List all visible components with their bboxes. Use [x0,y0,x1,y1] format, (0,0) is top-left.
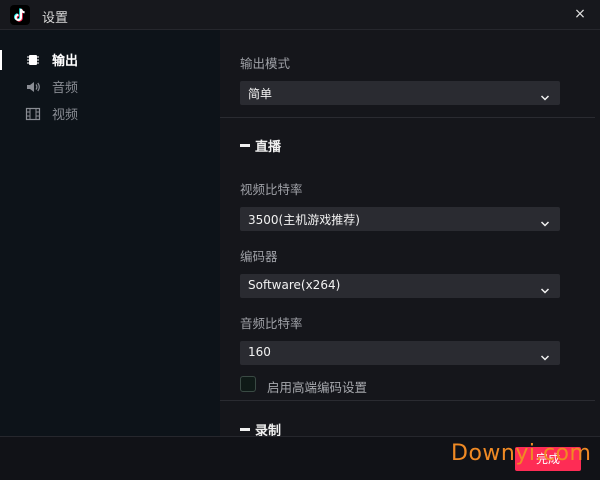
active-indicator [0,50,2,70]
section-divider [220,400,595,401]
live-section-title: 直播 [255,140,282,155]
speaker-icon [25,79,41,95]
section-divider [220,117,595,118]
video-bitrate-select[interactable]: 3500(主机游戏推荐) [240,207,560,231]
audio-bitrate-label: 音频比特率 [240,316,303,331]
sidebar: 输出 音频 视频 [0,30,220,436]
sidebar-item-label: 输出 [52,54,79,69]
advanced-encoding-label[interactable]: 启用高端编码设置 [267,377,367,396]
chevron-down-icon [540,348,550,361]
record-section-title: 录制 [255,424,282,436]
encoder-label: 编码器 [240,249,278,264]
record-section-header[interactable]: 录制 [240,420,281,436]
chevron-down-icon [540,88,550,101]
window-title: 设置 [42,11,69,26]
close-button[interactable]: × [572,6,588,22]
settings-panel: 输出模式 简单 直播 视频比特率 3500(主机游戏推荐) 编码器 Softwa… [220,30,595,436]
audio-bitrate-value: 160 [248,345,271,359]
live-section-header[interactable]: 直播 [240,136,281,155]
done-button[interactable]: 完成 [515,447,581,471]
sidebar-item-audio[interactable]: 音频 [0,75,220,99]
close-icon: × [574,6,586,22]
chevron-down-icon [540,281,550,294]
tiktok-logo-icon [10,5,30,25]
video-bitrate-value: 3500(主机游戏推荐) [248,213,360,227]
encoder-select[interactable]: Software(x264) [240,274,560,298]
output-mode-select[interactable]: 简单 [240,81,560,105]
chip-icon [25,52,41,68]
scrollbar[interactable] [595,30,600,436]
sidebar-item-video[interactable]: 视频 [0,102,220,126]
audio-bitrate-select[interactable]: 160 [240,341,560,365]
advanced-encoding-checkbox[interactable] [240,376,256,392]
title-bar: 设置 × [0,0,600,30]
output-mode-label: 输出模式 [240,56,291,71]
collapse-icon [240,144,250,147]
footer-bar: 完成 [0,436,600,480]
output-mode-value: 简单 [248,87,273,101]
sidebar-item-output[interactable]: 输出 [0,48,220,72]
film-icon [25,106,41,122]
collapse-icon [240,428,250,431]
encoder-value: Software(x264) [248,278,341,292]
video-bitrate-label: 视频比特率 [240,182,303,197]
sidebar-item-label: 视频 [52,108,79,123]
sidebar-item-label: 音频 [52,81,79,96]
chevron-down-icon [540,214,550,227]
